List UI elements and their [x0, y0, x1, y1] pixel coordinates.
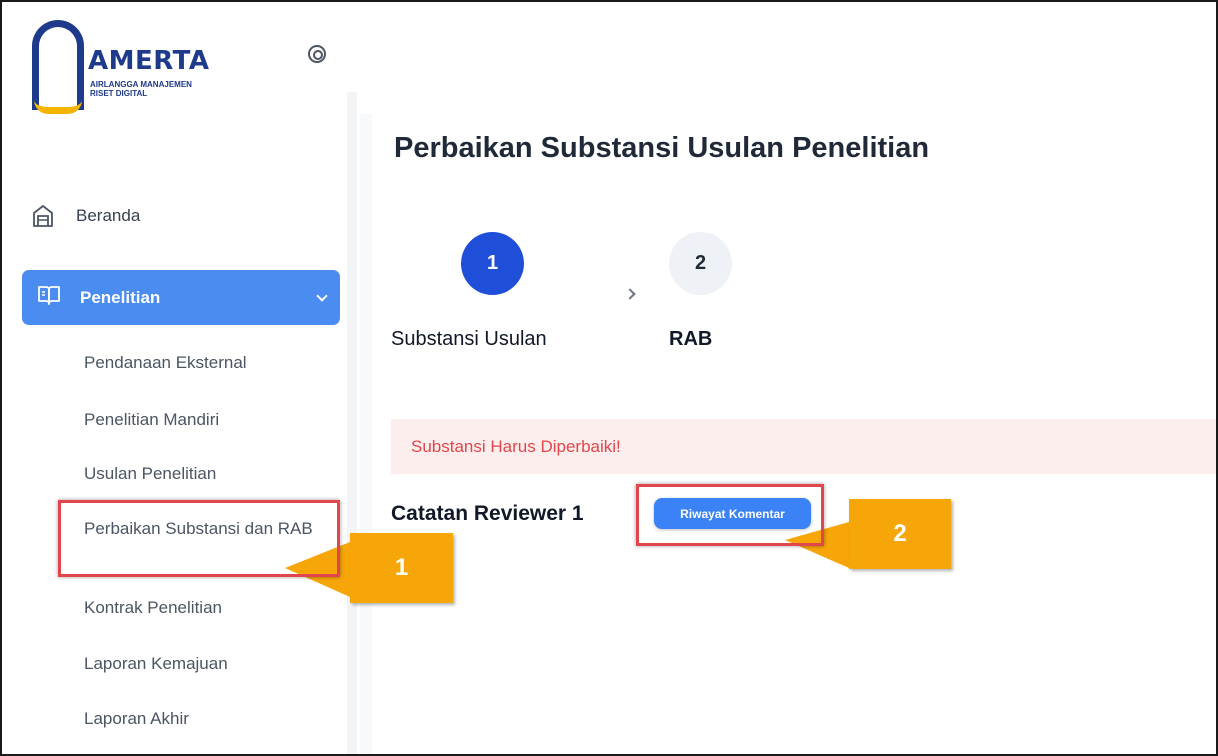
- app-window: AMERTA AIRLANGGA MANAJEMEN RISET DIGITAL…: [0, 0, 1218, 756]
- highlight-box-2: [636, 484, 824, 546]
- highlight-box-1: [58, 500, 340, 577]
- callout-badge-2: 2: [849, 499, 951, 569]
- callout-pointers: [285, 522, 849, 597]
- callout-badge-1: 1: [350, 533, 453, 603]
